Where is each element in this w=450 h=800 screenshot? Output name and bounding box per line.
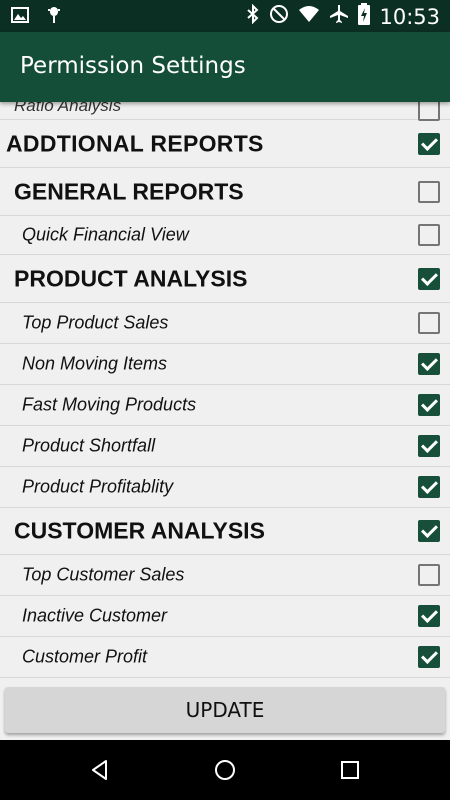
recents-icon[interactable] (335, 755, 365, 785)
list-item-label: Inactive Customer (22, 605, 168, 626)
update-button[interactable]: UPDATE (5, 687, 445, 733)
airplane-icon (329, 4, 349, 29)
list-item-top-product-sales[interactable]: Top Product Sales (0, 303, 450, 344)
section-label: PRODUCT ANALYSIS (14, 265, 248, 291)
list-item-label: Top Product Sales (22, 312, 169, 333)
list-item-label: Customer Profit (22, 646, 148, 667)
checkbox-top-product-sales[interactable] (418, 312, 440, 334)
action-bar: UPDATE (0, 680, 450, 740)
section-label: GENERAL REPORTS (14, 178, 244, 204)
list-item-customer-profit[interactable]: Customer Profit (0, 637, 450, 678)
list-item-inactive-customer[interactable]: Inactive Customer (0, 596, 450, 637)
list-item-label: Product Shortfall (22, 435, 156, 456)
bluetooth-icon (246, 3, 260, 29)
checkbox-ratio-analysis[interactable] (418, 102, 440, 121)
permission-list[interactable]: Ratio Analysis ADDTIONAL REPORTS GENERAL… (0, 102, 450, 680)
list-item-fast-moving-products[interactable]: Fast Moving Products (0, 385, 450, 426)
list-item-non-moving-items[interactable]: Non Moving Items (0, 344, 450, 385)
checkbox-customer-analysis[interactable] (418, 520, 440, 542)
section-product-analysis[interactable]: PRODUCT ANALYSIS (0, 255, 450, 303)
android-debug-icon (44, 5, 64, 30)
status-bar: 10:53 (0, 0, 450, 32)
checkbox-inactive-customer[interactable] (418, 605, 440, 627)
checkbox-product-analysis[interactable] (418, 267, 440, 290)
checkbox-product-profitability[interactable] (418, 476, 440, 498)
list-item-quick-financial-view[interactable]: Quick Financial View (0, 216, 450, 255)
section-customer-analysis[interactable]: CUSTOMER ANALYSIS (0, 508, 450, 555)
checkbox-additional-reports[interactable] (418, 132, 440, 155)
checkbox-quick-financial-view[interactable] (418, 224, 440, 246)
list-item-ratio-analysis[interactable]: Ratio Analysis (0, 102, 450, 121)
list-item-label: Ratio Analysis (14, 102, 122, 115)
list-item-label: Top Customer Sales (22, 564, 185, 585)
section-label: ADDTIONAL REPORTS (6, 130, 264, 156)
checkbox-top-customer-sales[interactable] (418, 564, 440, 586)
checkbox-product-shortfall[interactable] (418, 435, 440, 457)
page-title: Permission Settings (20, 53, 246, 79)
list-item-label: Non Moving Items (22, 353, 168, 374)
list-item-product-shortfall[interactable]: Product Shortfall (0, 426, 450, 467)
app-bar: Permission Settings (0, 32, 450, 102)
list-item-product-profitability[interactable]: Product Profitablity (0, 467, 450, 508)
checkbox-non-moving-items[interactable] (418, 353, 440, 375)
battery-charging-icon (358, 3, 371, 30)
do-not-disturb-icon (269, 4, 289, 29)
list-item-label: Quick Financial View (22, 224, 189, 245)
navigation-bar (0, 740, 450, 800)
home-icon[interactable] (210, 755, 240, 785)
image-icon (10, 5, 30, 30)
section-additional-reports[interactable]: ADDTIONAL REPORTS (0, 120, 450, 168)
section-label: CUSTOMER ANALYSIS (14, 517, 265, 544)
list-item-top-customer-sales[interactable]: Top Customer Sales (0, 555, 450, 596)
back-icon[interactable] (85, 755, 115, 785)
checkbox-customer-profit[interactable] (418, 646, 440, 668)
checkbox-fast-moving-products[interactable] (418, 394, 440, 416)
clock: 10:53 (379, 4, 440, 29)
list-item-label: Product Profitablity (22, 476, 174, 497)
list-item-label: Fast Moving Products (22, 394, 197, 415)
wifi-icon (298, 4, 320, 29)
section-general-reports[interactable]: GENERAL REPORTS (0, 168, 450, 216)
checkbox-general-reports[interactable] (418, 180, 440, 203)
